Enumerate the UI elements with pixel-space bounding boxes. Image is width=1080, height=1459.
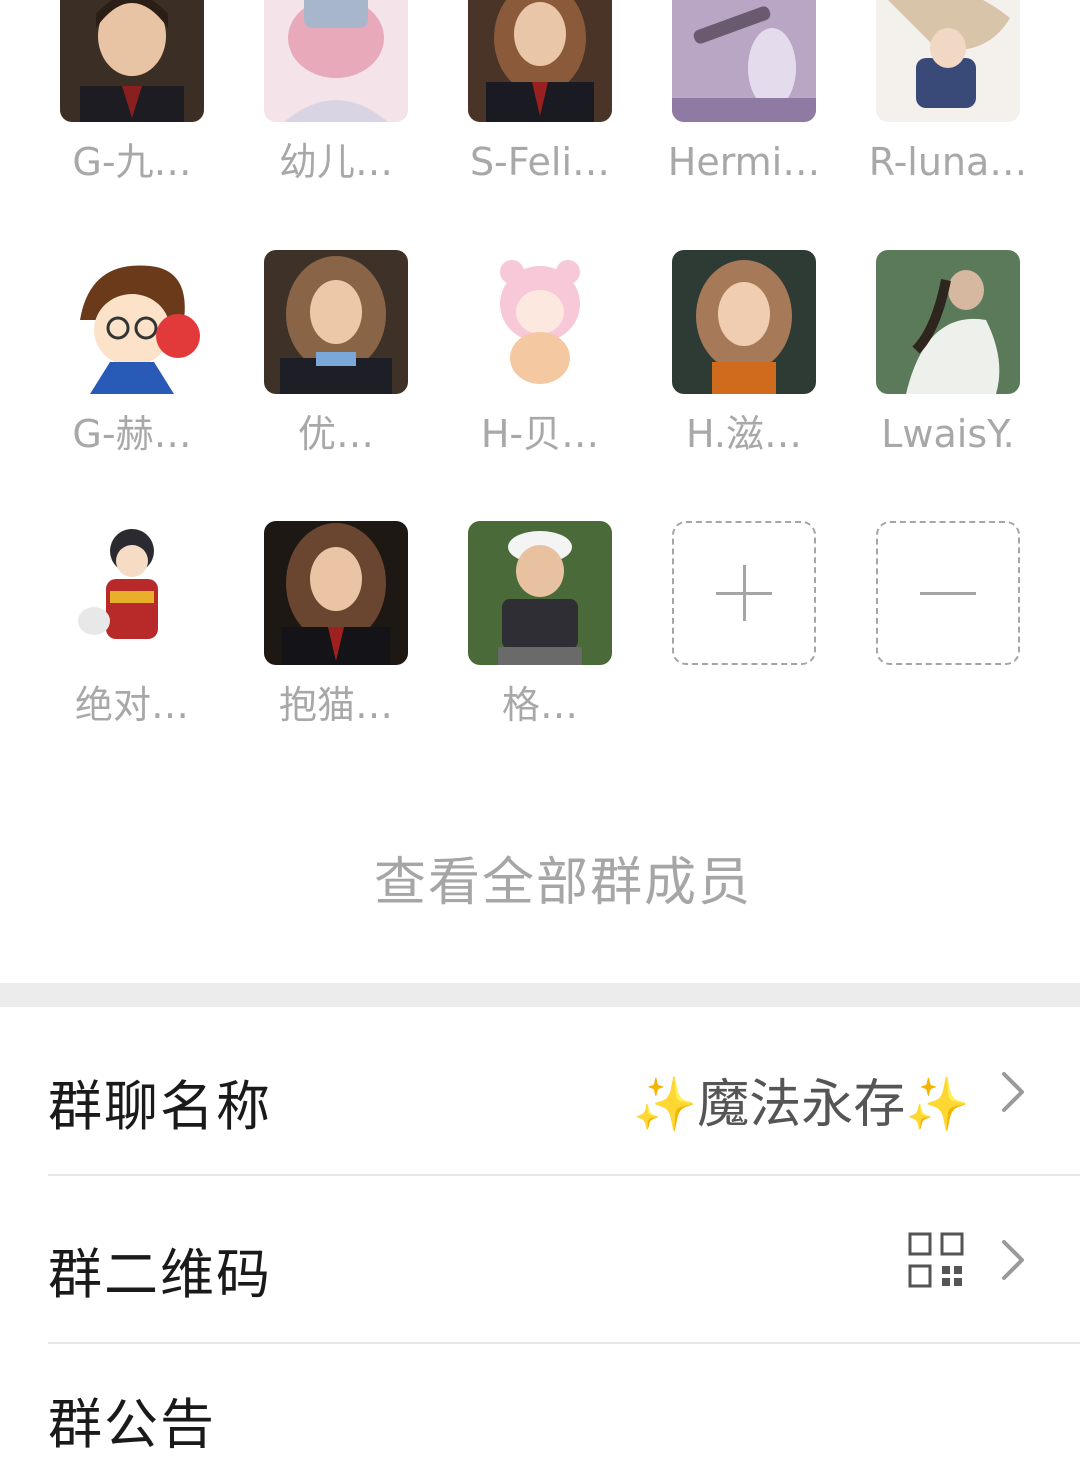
- member-name: 幼儿…: [278, 140, 393, 184]
- avatar-girl-curly-icon: [264, 250, 408, 394]
- member-avatar[interactable]: [672, 250, 816, 394]
- member-avatar[interactable]: [876, 250, 1020, 394]
- group-name-value: ✨魔法永存✨: [632, 1075, 971, 1135]
- member-name: 优…: [297, 412, 374, 456]
- chevron-right-icon: [1002, 1240, 1024, 1280]
- group-qr-row[interactable]: 群二维码: [0, 1176, 1080, 1342]
- member-avatar[interactable]: [264, 0, 408, 122]
- member-avatar[interactable]: [468, 250, 612, 394]
- member-avatar[interactable]: [468, 0, 612, 122]
- member-name: 绝对…: [74, 683, 189, 727]
- member-name: 格…: [501, 683, 578, 727]
- member-name: H.滋…: [686, 412, 802, 456]
- member-cell[interactable]: 抱猫…: [234, 521, 438, 731]
- member-avatar[interactable]: [60, 521, 204, 665]
- section-divider: [0, 983, 1080, 1007]
- member-name: G-赫…: [72, 412, 192, 456]
- member-cell[interactable]: H-贝…: [438, 250, 642, 460]
- avatar-girl-robes-2-icon: [264, 521, 408, 665]
- member-name: S-Feli…: [469, 140, 611, 184]
- avatar-girl-robes-icon: [468, 0, 612, 122]
- member-cell[interactable]: 绝对…: [30, 521, 234, 731]
- avatar-anime-bear-icon: [468, 250, 612, 394]
- remove-member-button[interactable]: [876, 521, 1020, 665]
- view-all-members-link[interactable]: 查看全部群成员: [0, 840, 1080, 915]
- member-cell[interactable]: G-赫…: [30, 250, 234, 460]
- avatar-chibi-wizard-icon: [60, 521, 204, 665]
- member-name: Hermi…: [667, 140, 821, 184]
- add-member-button[interactable]: [672, 521, 816, 665]
- member-cell[interactable]: Hermi…: [642, 0, 846, 200]
- group-name-label: 群聊名称: [48, 1075, 272, 1138]
- avatar-girl-scarf-icon: [672, 250, 816, 394]
- group-qr-label: 群二维码: [48, 1243, 272, 1306]
- avatar-telescope-icon: [672, 0, 816, 122]
- member-avatar[interactable]: [468, 521, 612, 665]
- remove-member-cell[interactable]: [846, 521, 1050, 731]
- member-cell[interactable]: 格…: [438, 521, 642, 731]
- avatar-anime-pink-icon: [264, 0, 408, 122]
- member-avatar[interactable]: [60, 0, 204, 122]
- chevron-right-icon: [1002, 1072, 1024, 1112]
- member-avatar[interactable]: [876, 0, 1020, 122]
- group-name-row[interactable]: 群聊名称 ✨魔法永存✨: [0, 1008, 1080, 1174]
- member-name: LwaisY.: [881, 412, 1015, 456]
- avatar-cartoon-headphones-icon: [60, 250, 204, 394]
- member-cell[interactable]: H.滋…: [642, 250, 846, 460]
- avatar-girl-green-icon: [876, 250, 1020, 394]
- group-notice-row[interactable]: 群公告: [0, 1344, 1080, 1456]
- member-cell[interactable]: 优…: [234, 250, 438, 460]
- member-name: H-贝…: [480, 412, 600, 456]
- member-name: G-九…: [72, 140, 192, 184]
- member-name: 抱猫…: [278, 683, 393, 727]
- avatar-anime-white-icon: [876, 0, 1020, 122]
- member-avatar[interactable]: [60, 250, 204, 394]
- member-avatar[interactable]: [264, 521, 408, 665]
- avatar-boy-wizard-icon: [60, 0, 204, 122]
- add-member-cell[interactable]: [642, 521, 846, 731]
- member-cell[interactable]: R-luna…: [846, 0, 1050, 200]
- member-avatar[interactable]: [672, 0, 816, 122]
- member-avatar[interactable]: [264, 250, 408, 394]
- member-cell[interactable]: G-九…: [30, 0, 234, 200]
- member-cell[interactable]: 幼儿…: [234, 0, 438, 200]
- member-name: R-luna…: [868, 140, 1028, 184]
- group-notice-label: 群公告: [48, 1393, 216, 1456]
- minus-icon: [920, 592, 976, 595]
- avatar-girl-cap-icon: [468, 521, 612, 665]
- qr-code-icon: [908, 1232, 964, 1288]
- member-cell[interactable]: S-Feli…: [438, 0, 642, 200]
- member-cell[interactable]: LwaisY.: [846, 250, 1050, 460]
